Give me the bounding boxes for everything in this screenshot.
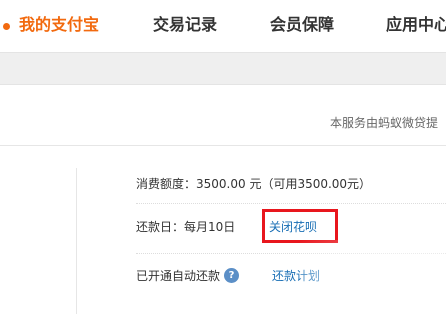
row-divider xyxy=(136,203,446,204)
row-divider xyxy=(136,253,446,254)
section-divider xyxy=(0,145,446,146)
service-provider-notice: 本服务由蚂蚁微贷提 xyxy=(329,116,438,130)
top-navigation: 我的支付宝 交易记录 会员保障 应用中心 xyxy=(0,0,446,52)
repayment-plan-link[interactable]: 还款计划 xyxy=(272,268,320,284)
screen-glare xyxy=(300,240,446,313)
close-huabei-link[interactable]: 关闭花呗 xyxy=(269,219,317,235)
nav-item-transactions[interactable]: 交易记录 xyxy=(153,15,217,35)
auto-repay-text: 已开通自动还款 xyxy=(136,269,221,283)
active-indicator-dot-icon xyxy=(3,23,10,30)
sub-navigation-bar xyxy=(0,52,446,85)
credit-limit-text: 消费额度：3500.00 元（可用3500.00元） xyxy=(136,177,372,191)
nav-item-member-protection[interactable]: 会员保障 xyxy=(270,15,334,35)
help-icon[interactable]: ? xyxy=(224,268,240,283)
nav-item-app-center[interactable]: 应用中心 xyxy=(386,15,446,35)
auto-repay-row: 已开通自动还款? xyxy=(136,268,240,284)
repayment-day-text: 还款日：每月10日 xyxy=(136,220,236,234)
nav-item-my-alipay[interactable]: 我的支付宝 xyxy=(19,15,99,35)
column-divider xyxy=(76,168,77,314)
